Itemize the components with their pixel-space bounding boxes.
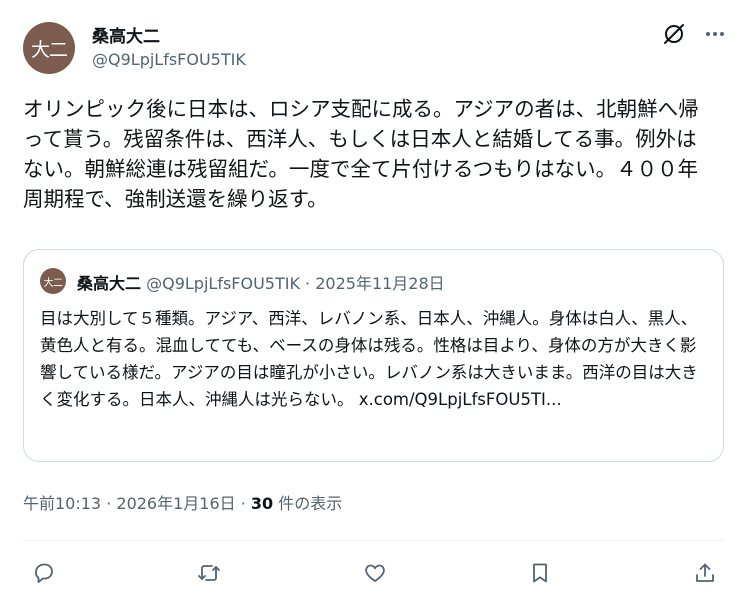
quote-header: 桑高大二 @Q9LpjLfsFOU5TIK · 2025年11月28日: [77, 274, 445, 293]
quote-display-name: 桑高大二: [77, 274, 142, 293]
share-button[interactable]: [691, 559, 719, 587]
bookmark-button[interactable]: [526, 559, 554, 587]
bookmark-icon: [533, 563, 547, 583]
quote-card[interactable]: 大二 桑高大二 @Q9LpjLfsFOU5TIK · 2025年11月28日 目…: [23, 249, 724, 462]
post-meta: 午前10:13 · 2026年1月16日 · 30 件の表示: [23, 490, 342, 514]
quote-text: 目は大別して５種類。アジア、西洋、レバノン系、日本人、沖縄人。身体は白人、黒人、…: [40, 305, 710, 413]
quote-avatar: 大二: [40, 268, 66, 294]
avatar[interactable]: 大二: [23, 22, 75, 74]
divider: [23, 540, 724, 541]
repost-button[interactable]: [195, 559, 223, 587]
meta-separator: ·: [235, 494, 251, 513]
quote-link[interactable]: x.com/Q9LpjLfsFOU5TI...: [359, 390, 562, 409]
quote-date: 2025年11月28日: [315, 274, 445, 293]
more-icon[interactable]: [703, 22, 727, 46]
meta-separator: ·: [101, 494, 117, 513]
reply-button[interactable]: [30, 559, 58, 587]
grok-icon[interactable]: [662, 22, 686, 46]
post-date[interactable]: 2026年1月16日: [116, 494, 235, 513]
repost-icon: [198, 565, 220, 581]
user-handle[interactable]: @Q9LpjLfsFOU5TIK: [92, 50, 246, 69]
like-button[interactable]: [361, 559, 389, 587]
like-icon: [365, 564, 385, 582]
views-label: 件の表示: [273, 494, 343, 513]
share-icon: [696, 563, 714, 582]
views-count: 30: [250, 494, 274, 513]
display-name[interactable]: 桑高大二: [92, 22, 160, 47]
reply-icon: [35, 563, 53, 583]
quote-handle: @Q9LpjLfsFOU5TIK: [146, 274, 300, 293]
post-time[interactable]: 午前10:13: [23, 494, 101, 513]
post-text: オリンピック後に日本は、ロシア支配に成る。アジアの者は、北朝鮮へ帰って貰う。残留…: [23, 97, 699, 211]
